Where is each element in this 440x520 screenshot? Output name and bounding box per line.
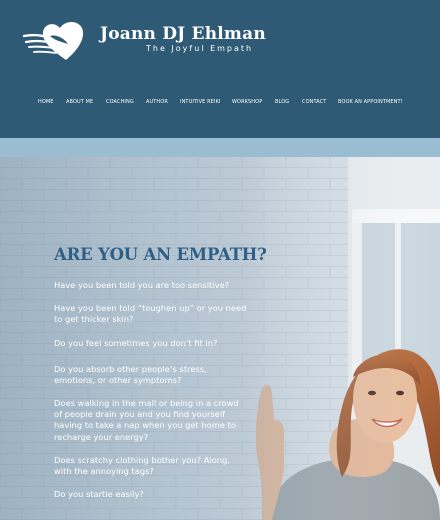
question-item: Have you been told you are too sensitive… <box>54 280 254 291</box>
question-line: with the annoying tags? <box>54 466 154 477</box>
question-line: Do you feel sometimes you don’t fit in? <box>54 338 218 348</box>
question-item: Does scratchy clothing bother you? Along… <box>54 455 254 477</box>
question-line: Does walking in the mall or being in a c… <box>54 398 239 408</box>
question-line: Does scratchy clothing bother you? Along… <box>54 455 230 465</box>
hero-headline: ARE YOU AN EMPATH? <box>54 245 267 264</box>
question-line: Have you been told you are too sensitive… <box>54 280 230 290</box>
question-item: Do you feel sometimes you don’t fit in? <box>54 338 254 349</box>
nav-item-home[interactable]: HOME <box>38 99 54 105</box>
nav-item-author[interactable]: AUTHOR <box>146 99 168 105</box>
question-line: Have you been told “toughen up” or you n… <box>54 303 247 313</box>
hero-section: ARE YOU AN EMPATH? Have you been told yo… <box>0 157 440 520</box>
question-line: of people drain you and you find yoursel… <box>54 409 226 420</box>
question-line: emotions, or other symptoms? <box>54 375 182 386</box>
main-nav: HOME ABOUT ME COACHING AUTHOR INTUITIVE … <box>0 99 440 111</box>
nav-item-book-appointment[interactable]: BOOK AN APPOINTMENT! <box>338 99 403 105</box>
nav-item-contact[interactable]: CONTACT <box>302 99 326 105</box>
accent-strip <box>0 138 440 157</box>
question-line: to get thicker skin? <box>54 314 134 325</box>
nav-item-blog[interactable]: BLOG <box>275 99 289 105</box>
brand-tagline: The Joyful Empath <box>146 44 254 53</box>
question-item: Do you startle easily? <box>54 489 254 500</box>
question-item: Do you absorb other people’s stress, emo… <box>54 364 254 386</box>
question-line: Do you absorb other people’s stress, <box>54 364 207 374</box>
heart-bird-icon[interactable] <box>22 16 94 64</box>
brand-name[interactable]: Joann DJ Ehlman <box>100 24 266 44</box>
question-line: recharge your energy? <box>54 431 149 442</box>
nav-item-workshop[interactable]: WORKSHOP <box>232 99 262 105</box>
question-line: having to take a nap when you get home t… <box>54 420 236 431</box>
question-item: Have you been told “toughen up” or you n… <box>54 303 254 325</box>
site-header: Joann DJ Ehlman The Joyful Empath HOME A… <box>0 0 440 138</box>
question-item: Does walking in the mall or being in a c… <box>54 398 254 443</box>
question-line: Do you startle easily? <box>54 489 144 499</box>
nav-item-coaching[interactable]: COACHING <box>106 99 134 105</box>
nav-item-intuitive-reiki[interactable]: INTUITIVE REIKI <box>180 99 220 105</box>
nav-item-about-me[interactable]: ABOUT ME <box>66 99 93 105</box>
